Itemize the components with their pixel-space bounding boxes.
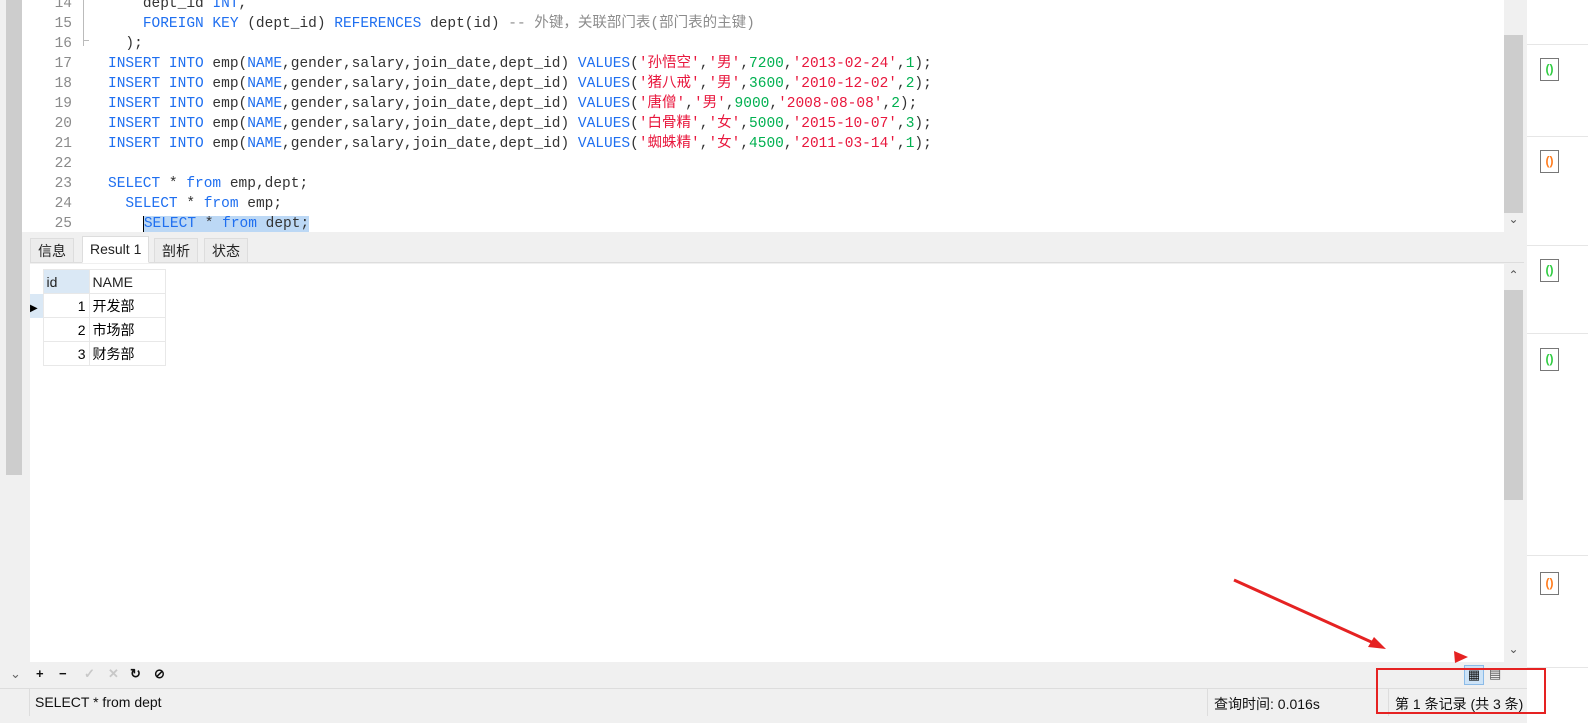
annotation-arrowhead — [1454, 651, 1468, 663]
annotation-box — [1376, 668, 1546, 714]
annotation-arrow — [1233, 578, 1379, 647]
annotation-overlay — [1233, 578, 1546, 714]
annotation-arrowhead — [1368, 637, 1386, 649]
